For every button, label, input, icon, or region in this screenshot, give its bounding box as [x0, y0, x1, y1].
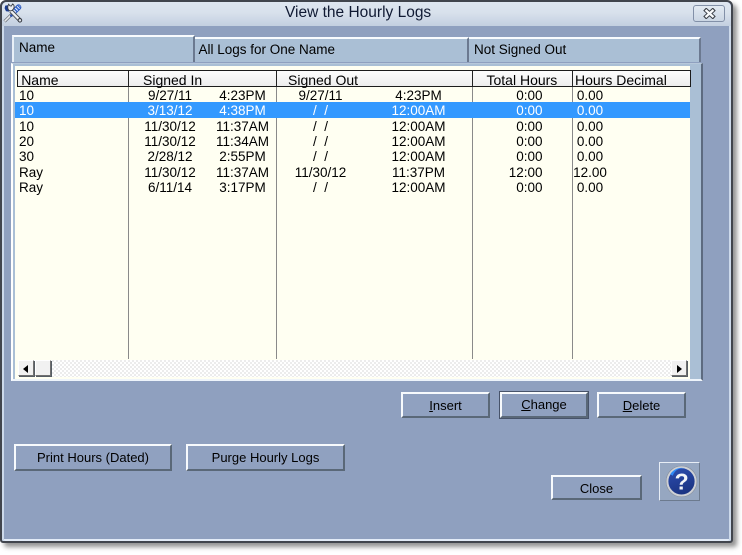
svg-text:?: ?: [675, 469, 689, 495]
